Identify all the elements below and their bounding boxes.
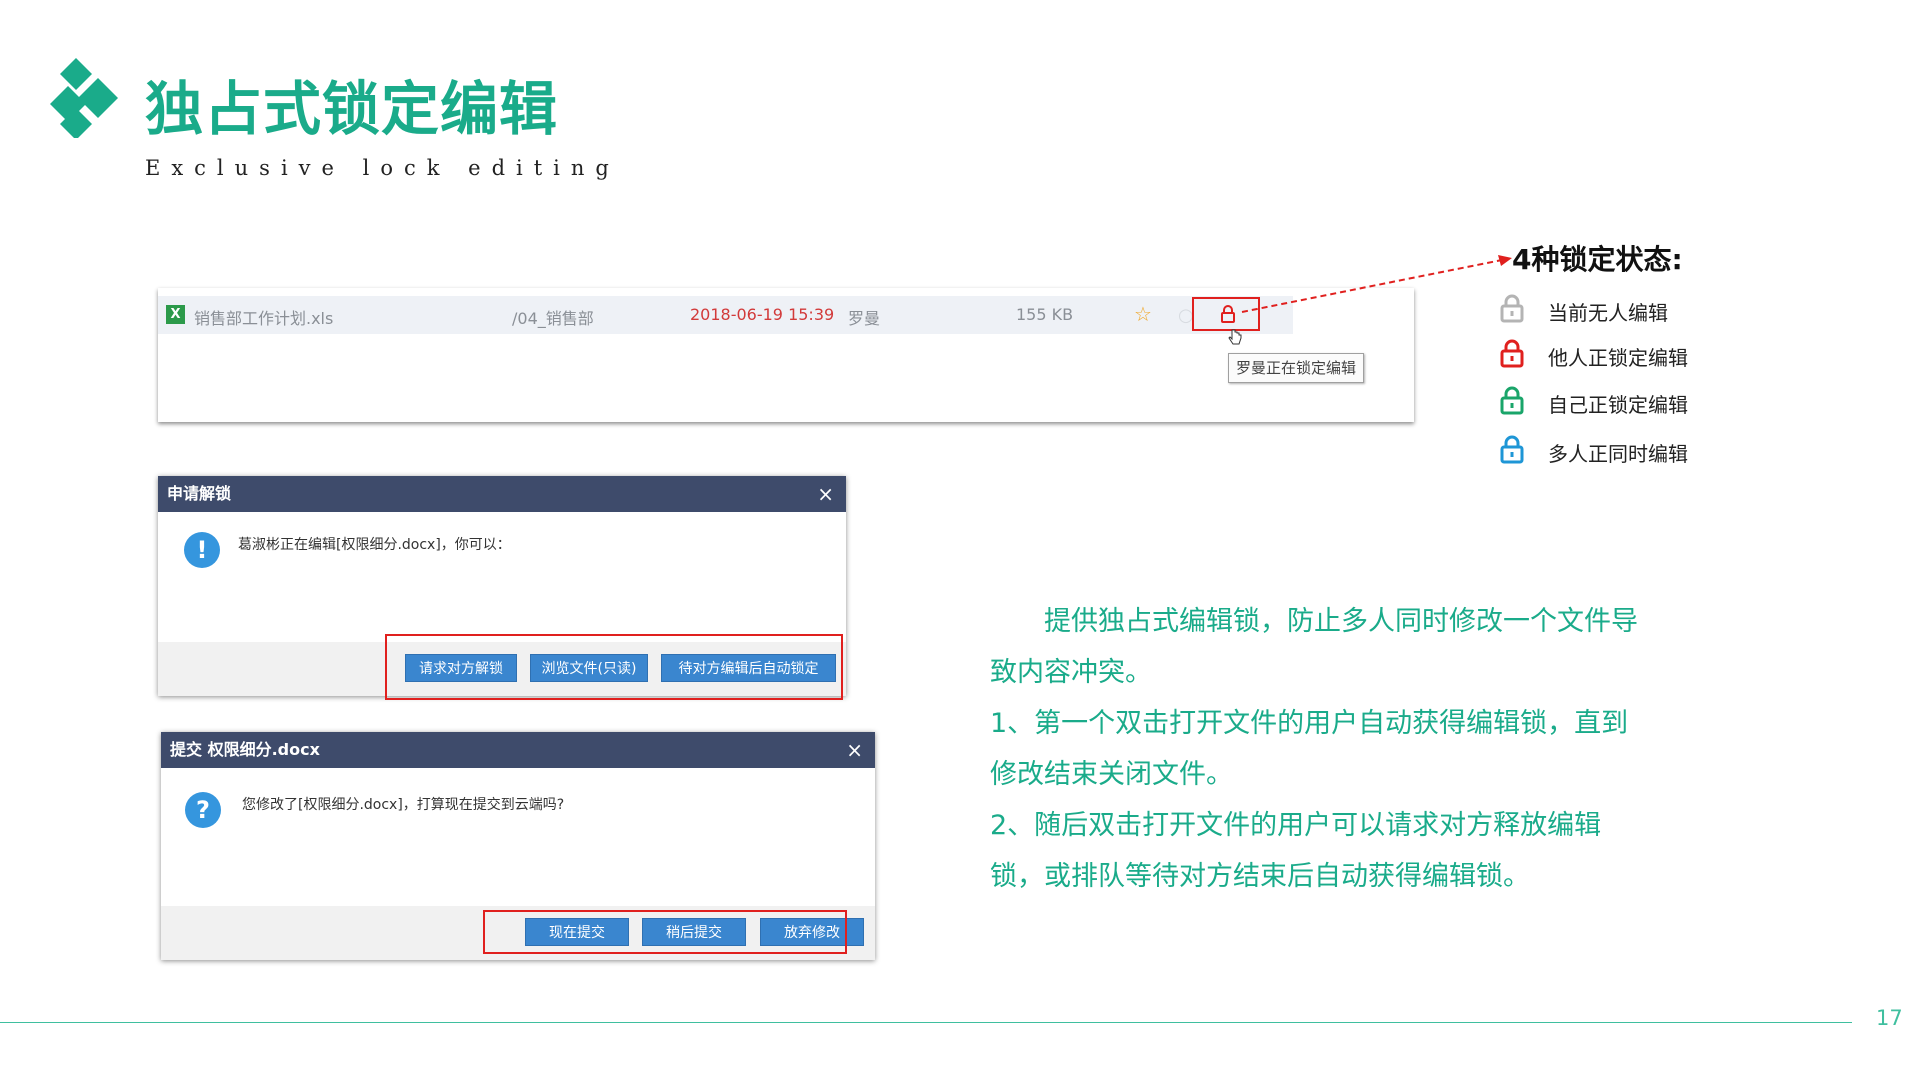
file-path: /04_销售部 xyxy=(512,309,594,328)
pointer-arrow xyxy=(1241,255,1512,313)
description-text: 提供独占式编辑锁，防止多人同时修改一个文件导致内容冲突。 1、第一个双击打开文件… xyxy=(990,596,1640,902)
page-subtitle: Exclusive lock editing xyxy=(145,156,620,180)
legend-label: 多人正同时编辑 xyxy=(1548,442,1688,466)
lock-green-icon xyxy=(1500,386,1524,415)
legend-title: 4种锁定状态: xyxy=(1512,243,1683,276)
file-user: 罗曼 xyxy=(848,309,881,328)
legend-label: 当前无人编辑 xyxy=(1548,301,1668,325)
buttons-highlight-box xyxy=(483,910,847,954)
file-datetime: 2018-06-19 15:39 xyxy=(690,305,835,324)
page-number: 17 xyxy=(1876,1006,1903,1030)
close-icon[interactable]: × xyxy=(846,732,863,768)
star-icon[interactable]: ☆ xyxy=(1134,302,1152,326)
close-icon[interactable]: × xyxy=(817,476,834,512)
submit-dialog: 提交 权限细分.docx × ? 您修改了[权限细分.docx]，打算现在提交到… xyxy=(161,732,875,960)
hand-cursor-icon xyxy=(1228,329,1242,345)
file-size: 155 KB xyxy=(1016,305,1074,324)
lock-red-icon xyxy=(1500,339,1524,368)
info-icon: ! xyxy=(184,532,220,568)
submit-dialog-header: 提交 权限细分.docx × xyxy=(161,732,875,768)
legend-label: 自己正锁定编辑 xyxy=(1548,393,1688,417)
submit-dialog-title: 提交 权限细分.docx xyxy=(170,740,320,759)
description-paragraph: 2、随后双击打开文件的用户可以请求对方释放编辑锁，或排队等待对方结束后自动获得编… xyxy=(990,810,1602,892)
unlock-dialog: 申请解锁 × ! 葛淑彬正在编辑[权限细分.docx]，你可以： 请求对方解锁 … xyxy=(158,476,846,700)
lock-tooltip: 罗曼正在锁定编辑 xyxy=(1228,353,1365,383)
xls-file-icon: X xyxy=(166,305,185,324)
buttons-highlight-box xyxy=(385,634,843,700)
description-paragraph: 提供独占式编辑锁，防止多人同时修改一个文件导致内容冲突。 xyxy=(990,606,1638,688)
question-icon: ? xyxy=(185,792,221,828)
footer-divider xyxy=(0,1022,1852,1023)
file-row[interactable]: X 销售部工作计划.xls /04_销售部 2018-06-19 15:39 罗… xyxy=(158,296,1293,334)
file-list-panel: X 销售部工作计划.xls /04_销售部 2018-06-19 15:39 罗… xyxy=(158,288,1414,422)
unlock-dialog-message: 葛淑彬正在编辑[权限细分.docx]，你可以： xyxy=(238,537,511,553)
logo-icon xyxy=(50,58,118,138)
lock-red-icon[interactable] xyxy=(1220,304,1236,324)
lock-blue-icon xyxy=(1500,435,1524,464)
unlock-dialog-header: 申请解锁 × xyxy=(158,476,846,512)
description-paragraph: 1、第一个双击打开文件的用户自动获得编辑锁，直到修改结束关闭文件。 xyxy=(990,708,1629,790)
lock-gray-icon xyxy=(1500,294,1524,323)
unlock-dialog-title: 申请解锁 xyxy=(167,484,232,503)
page-title: 独占式锁定编辑 xyxy=(145,75,559,143)
submit-dialog-message: 您修改了[权限细分.docx]，打算现在提交到云端吗? xyxy=(242,797,565,813)
legend-label: 他人正锁定编辑 xyxy=(1548,346,1688,370)
file-name[interactable]: 销售部工作计划.xls xyxy=(194,305,333,329)
